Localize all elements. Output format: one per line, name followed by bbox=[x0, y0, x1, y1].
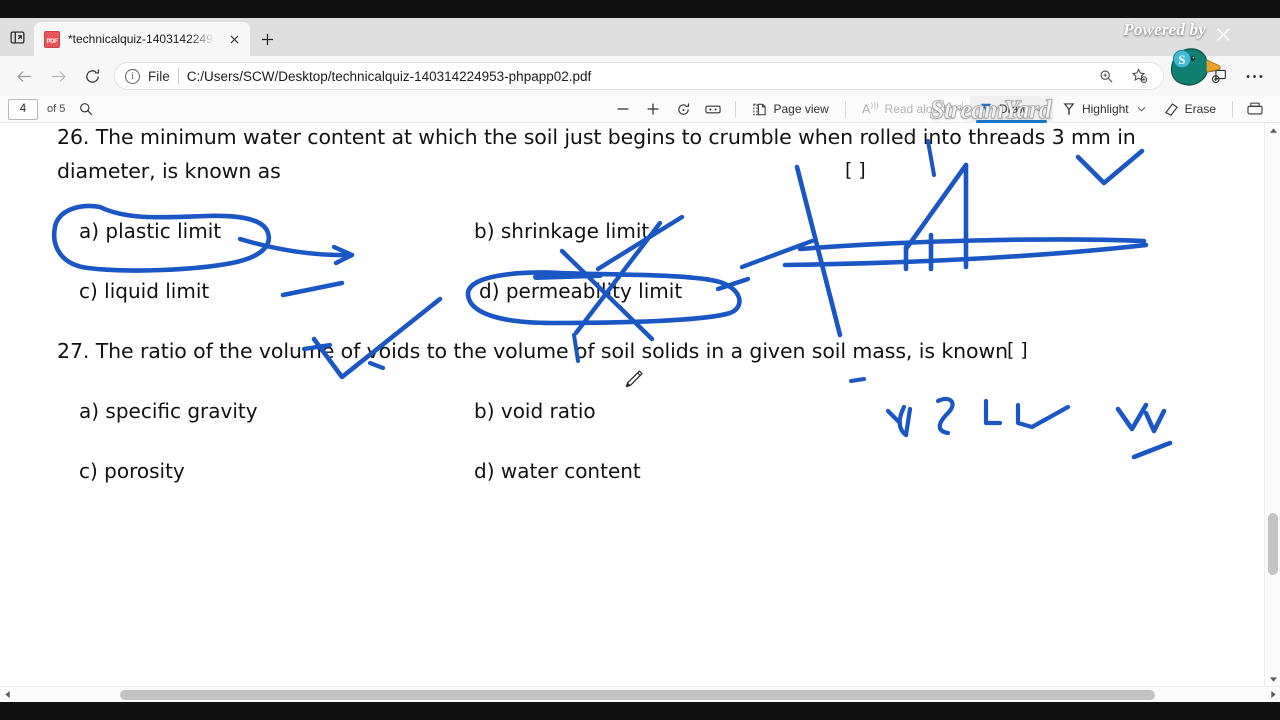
browser-navigation-bar: i File C:/Users/SCW/Desktop/technicalqui… bbox=[0, 56, 1280, 96]
question-27-answer-bracket: [ ] bbox=[1007, 339, 1028, 361]
eraser-icon bbox=[1164, 102, 1178, 116]
horizontal-scrollbar-thumb[interactable] bbox=[120, 690, 1155, 700]
fit-to-width-icon[interactable] bbox=[698, 97, 728, 121]
pdf-page[interactable]: 26. The minimum water content at which t… bbox=[0, 123, 1262, 686]
add-favorite-icon[interactable] bbox=[1127, 63, 1153, 89]
divider bbox=[844, 100, 846, 118]
forward-button[interactable] bbox=[42, 61, 74, 91]
rotate-icon[interactable] bbox=[668, 97, 698, 121]
highlighter-icon bbox=[1063, 102, 1075, 115]
svg-text:S: S bbox=[1179, 53, 1186, 67]
read-aloud-icon: A))) bbox=[861, 101, 879, 117]
question-26-answer-bracket: [ ] bbox=[845, 159, 866, 181]
divider bbox=[177, 68, 179, 84]
caret-left-icon[interactable] bbox=[0, 687, 14, 703]
question-26-line-1: 26. The minimum water content at which t… bbox=[57, 125, 1136, 149]
tab-title: *technicalquiz-140314224953-ph bbox=[68, 32, 216, 46]
zoom-out-button[interactable] bbox=[608, 97, 638, 121]
browser-tab-strip: PDF *technicalquiz-140314224953-ph bbox=[0, 18, 1280, 56]
page-view-icon bbox=[753, 103, 767, 115]
question-26-option-c: c) liquid limit bbox=[79, 279, 210, 303]
browser-tab[interactable]: PDF *technicalquiz-140314224953-ph bbox=[34, 22, 250, 56]
more-options-icon[interactable] bbox=[1236, 61, 1272, 91]
vertical-scrollbar[interactable] bbox=[1264, 123, 1280, 686]
pdf-text-layer: 26. The minimum water content at which t… bbox=[0, 123, 1262, 686]
caret-up-icon[interactable] bbox=[1265, 123, 1280, 137]
streamyard-duck-logo-icon: S bbox=[1166, 38, 1222, 86]
question-27-option-a: a) specific gravity bbox=[79, 399, 258, 423]
screen: PDF *technicalquiz-140314224953-ph bbox=[0, 0, 1280, 720]
search-icon[interactable] bbox=[71, 97, 101, 121]
caret-down-icon[interactable] bbox=[1265, 672, 1280, 686]
page-view-button[interactable]: Page view bbox=[743, 96, 837, 123]
page-count-label: of 5 bbox=[47, 103, 66, 115]
question-27-line-1: 27. The ratio of the volume of voids to … bbox=[57, 339, 1008, 363]
question-26-line-2: diameter, is known as bbox=[57, 159, 281, 183]
back-button[interactable] bbox=[8, 61, 40, 91]
erase-label: Erase bbox=[1184, 102, 1216, 116]
save-icon[interactable] bbox=[1240, 97, 1270, 121]
page-number-input[interactable]: 4 bbox=[8, 98, 38, 120]
question-26-option-b: b) shrinkage limit bbox=[474, 219, 650, 243]
pdf-page-viewport[interactable]: 26. The minimum water content at which t… bbox=[0, 123, 1280, 686]
highlight-label: Highlight bbox=[1081, 102, 1129, 116]
divider bbox=[735, 100, 737, 118]
chevron-down-icon[interactable] bbox=[1137, 105, 1146, 114]
pdf-favicon: PDF bbox=[44, 30, 60, 48]
question-27-option-b: b) void ratio bbox=[474, 399, 596, 423]
erase-button[interactable]: Erase bbox=[1155, 96, 1225, 123]
vertical-scrollbar-thumb[interactable] bbox=[1268, 513, 1278, 575]
question-27-option-c: c) porosity bbox=[79, 459, 185, 483]
caret-right-icon[interactable] bbox=[1266, 687, 1280, 703]
info-icon[interactable]: i bbox=[125, 68, 140, 84]
close-icon[interactable] bbox=[224, 29, 244, 49]
horizontal-scrollbar[interactable] bbox=[0, 686, 1280, 702]
question-26-option-d: d) permeability limit bbox=[479, 279, 683, 303]
streamyard-brand-label: StreamYard bbox=[930, 95, 1052, 125]
tab-actions-icon[interactable] bbox=[0, 18, 34, 56]
scheme-label: File bbox=[148, 68, 170, 84]
question-26-option-a: a) plastic limit bbox=[79, 219, 222, 243]
address-bar[interactable]: i File C:/Users/SCW/Desktop/technicalqui… bbox=[114, 62, 1164, 90]
zoom-in-icon[interactable] bbox=[1093, 63, 1119, 89]
highlight-button[interactable]: Highlight bbox=[1053, 96, 1155, 123]
powered-by-label: Powered by bbox=[1123, 20, 1206, 39]
zoom-in-button[interactable] bbox=[638, 97, 668, 121]
new-tab-button[interactable] bbox=[250, 22, 284, 56]
pdf-toolbar: 4 of 5 Page view A))) Read aloud Draw Hi… bbox=[0, 95, 1280, 123]
url-text: C:/Users/SCW/Desktop/technicalquiz-14031… bbox=[186, 68, 592, 84]
page-view-label: Page view bbox=[773, 102, 829, 116]
question-27-option-d: d) water content bbox=[474, 459, 641, 483]
divider bbox=[1232, 100, 1233, 118]
reload-button[interactable] bbox=[76, 61, 108, 91]
pencil-cursor-icon bbox=[622, 369, 644, 393]
